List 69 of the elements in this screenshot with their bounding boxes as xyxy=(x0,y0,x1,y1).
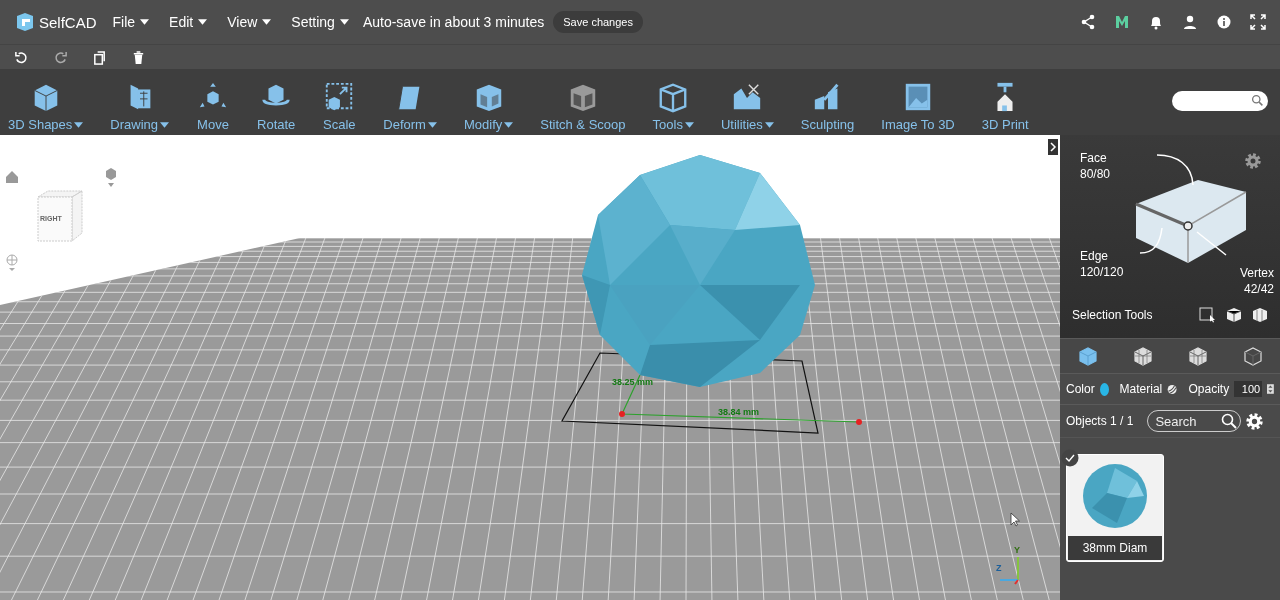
home-icon[interactable] xyxy=(6,171,18,183)
toolbar-button[interactable]: Scale xyxy=(320,81,359,132)
bell-icon[interactable] xyxy=(1148,14,1164,30)
mouse-cursor xyxy=(1010,512,1020,527)
user-icon[interactable] xyxy=(1182,14,1198,30)
solid-cube-icon xyxy=(1077,346,1098,366)
toolbar-button[interactable]: Stitch & Scoop xyxy=(538,81,628,132)
object-name: 38mm Diam xyxy=(1068,536,1162,560)
color-label: Color xyxy=(1066,382,1095,396)
search-icon xyxy=(1221,413,1238,429)
save-changes-button[interactable]: Save changes xyxy=(553,11,643,33)
toolbar-button[interactable]: Modify xyxy=(461,81,516,132)
tiled-cube-icon xyxy=(1187,346,1208,366)
toolbar-button[interactable]: Image To 3D xyxy=(879,81,957,132)
menu-item[interactable]: File xyxy=(112,14,150,30)
undo-icon[interactable] xyxy=(14,49,29,65)
selection-tools-label: Selection Tools xyxy=(1072,307,1154,322)
cube-select-icon[interactable] xyxy=(1251,306,1268,323)
wire-cube-icon xyxy=(1242,346,1263,366)
caret-icon xyxy=(339,19,349,25)
menu-item[interactable]: Edit xyxy=(169,14,208,30)
caret-icon xyxy=(198,19,208,25)
search-icon xyxy=(1251,94,1264,107)
sphere-thumbnail xyxy=(1082,462,1148,529)
axis-label: Y xyxy=(1014,545,1020,555)
camera-icon[interactable] xyxy=(106,168,116,187)
toolbar-button[interactable]: 3D Print xyxy=(979,81,1031,132)
toolbar-button[interactable]: Tools xyxy=(650,81,696,132)
measurement-label: 38.84 mm xyxy=(718,407,760,417)
box-select-icon[interactable] xyxy=(1199,306,1216,323)
toolbar-button[interactable]: Drawing xyxy=(108,81,171,132)
face-label: Face 80/80 xyxy=(1080,150,1111,182)
trash-icon[interactable] xyxy=(131,49,146,65)
settings-icon[interactable] xyxy=(1244,152,1262,170)
autosave-status: Auto-save in about 3 minutes xyxy=(362,14,545,30)
menu-item[interactable]: Setting xyxy=(291,14,349,30)
measurement-label: 38.25 mm xyxy=(612,377,654,387)
objects-count: Objects 1 / 1 xyxy=(1066,414,1134,428)
material-label: Material xyxy=(1119,382,1163,396)
info-icon[interactable] xyxy=(1216,14,1232,30)
logo-icon xyxy=(14,11,36,33)
cube-select-icon[interactable] xyxy=(1225,306,1242,323)
caret-icon xyxy=(262,19,272,25)
caret-icon xyxy=(140,19,150,25)
vertex-label: Vertex 42/42 xyxy=(1239,265,1274,297)
search-field[interactable] xyxy=(1172,90,1268,111)
grid-cube-icon xyxy=(1132,346,1153,366)
search-field[interactable]: Search xyxy=(1147,410,1242,432)
fullscreen-icon[interactable] xyxy=(1250,14,1266,30)
app-logo[interactable]: SelfCAD xyxy=(14,11,97,33)
menu-item[interactable]: View xyxy=(227,14,272,30)
toolbar-button[interactable]: Deform xyxy=(381,81,439,132)
collapse-panel-icon[interactable] xyxy=(1048,139,1058,155)
redo-icon[interactable] xyxy=(53,49,68,65)
opacity-field[interactable]: 100 xyxy=(1234,381,1263,397)
share-icon[interactable] xyxy=(1080,14,1096,30)
edge-label: Edge 120/120 xyxy=(1080,248,1124,280)
spinner-icon[interactable] xyxy=(1267,382,1274,396)
toolbar-button[interactable]: Utilities xyxy=(718,81,776,132)
toolbar-button[interactable]: Move xyxy=(194,81,232,132)
toolbar-button[interactable]: 3D Shapes xyxy=(6,81,86,132)
opacity-label: Opacity xyxy=(1188,382,1230,396)
copy-icon[interactable] xyxy=(92,49,107,65)
toolbar-button[interactable]: Sculpting xyxy=(798,81,857,132)
sphere-model[interactable] xyxy=(582,155,815,387)
m-logo-icon[interactable] xyxy=(1114,14,1130,30)
color-swatch[interactable] xyxy=(1099,382,1109,396)
axis-label: Z xyxy=(996,563,1002,573)
toolbar-button[interactable]: Rotate xyxy=(255,81,298,132)
